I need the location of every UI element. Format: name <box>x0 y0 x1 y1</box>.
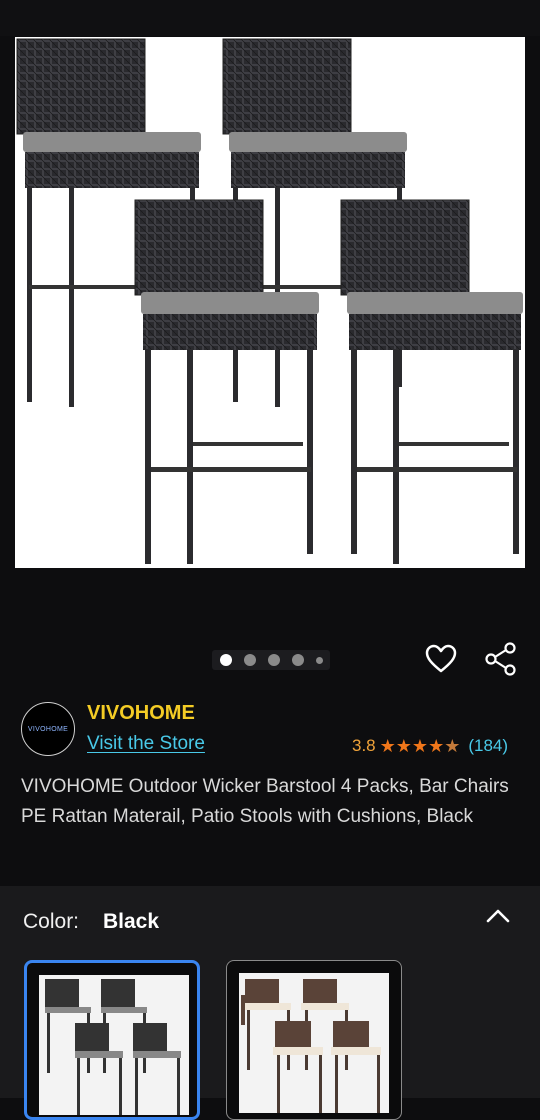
carousel-dot-1[interactable] <box>219 654 232 666</box>
carousel-dot-4[interactable] <box>291 654 304 666</box>
carousel-dot-5[interactable] <box>315 656 323 664</box>
half-star-icon: ★ <box>444 736 461 756</box>
carousel-indicator[interactable] <box>212 650 330 670</box>
visit-store-link[interactable]: Visit the Store <box>87 733 205 755</box>
rating-value: 3.8 <box>352 736 376 755</box>
product-title: VIVOHOME Outdoor Wicker Barstool 4 Packs… <box>21 776 509 827</box>
star-icon: ★ <box>395 736 412 756</box>
rating-summary[interactable]: 3.8 ★ ★ ★ ★ ★ (184) <box>352 736 508 756</box>
color-swatch-brown[interactable] <box>226 960 402 1120</box>
brand-logo-text: VIVOHOME <box>27 725 69 733</box>
star-icon: ★ <box>428 736 445 756</box>
swatch-thumbnail <box>39 975 189 1115</box>
carousel-dot-3[interactable] <box>267 654 280 666</box>
brand-logo[interactable]: VIVOHOME <box>21 702 75 756</box>
heart-icon <box>425 644 457 673</box>
carousel-dot-2[interactable] <box>243 654 256 666</box>
swatch-thumbnail <box>239 973 389 1113</box>
product-image[interactable] <box>15 37 525 568</box>
chevron-up-icon <box>486 909 510 923</box>
star-icon: ★ <box>379 736 396 756</box>
share-button[interactable] <box>483 641 519 677</box>
star-icon: ★ <box>411 736 429 756</box>
color-swatch-black[interactable] <box>24 960 200 1120</box>
rating-count: (184) <box>468 736 509 755</box>
color-label: Color: <box>23 910 80 933</box>
status-bar <box>0 0 540 36</box>
share-icon <box>485 642 516 676</box>
wishlist-button[interactable] <box>423 641 459 677</box>
rating-stars: ★ ★ ★ ★ ★ <box>380 737 461 755</box>
collapse-button[interactable] <box>484 904 512 928</box>
brand-name: VIVOHOME <box>87 702 195 724</box>
color-value: Black <box>103 910 160 933</box>
